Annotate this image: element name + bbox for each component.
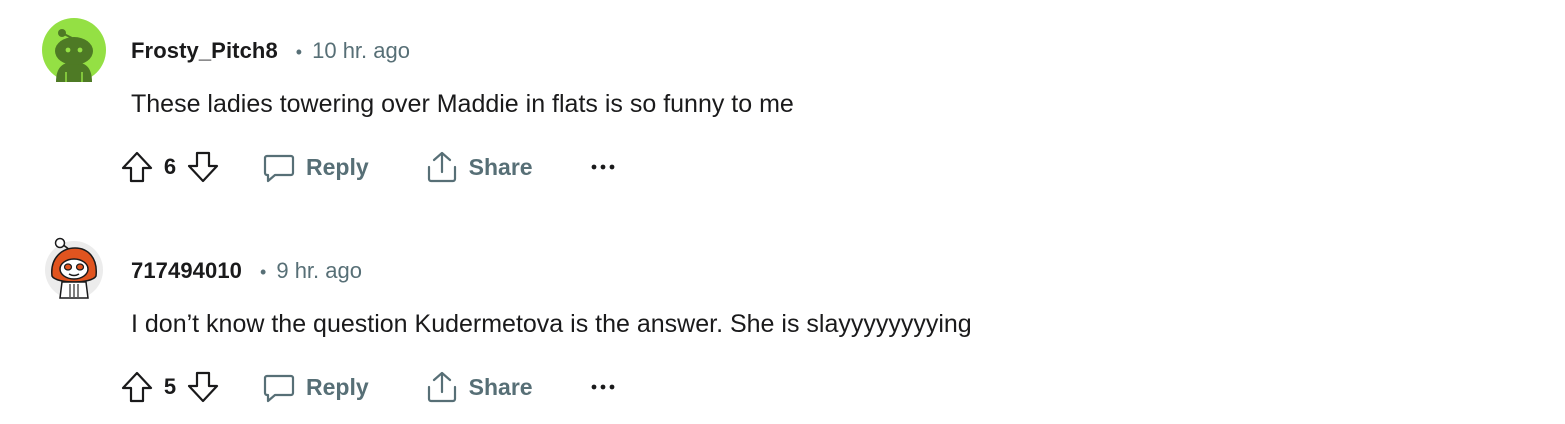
reply-button[interactable]: Reply xyxy=(262,370,369,404)
meta-separator: • xyxy=(260,261,267,282)
comment-meta: Frosty_Pitch8 • 10 hr. ago xyxy=(131,36,410,66)
share-button[interactable]: Share xyxy=(425,370,533,404)
avatar[interactable] xyxy=(42,236,106,300)
comment-bubble-icon xyxy=(262,150,296,184)
downvote-icon[interactable] xyxy=(186,370,220,404)
vote-score: 5 xyxy=(163,374,177,399)
timestamp[interactable]: 10 hr. ago xyxy=(312,38,410,64)
comment: Frosty_Pitch8 • 10 hr. ago These ladies … xyxy=(0,0,1565,200)
more-options-button[interactable] xyxy=(589,370,617,404)
more-horizontal-icon xyxy=(589,150,617,184)
upvote-icon[interactable] xyxy=(120,150,154,184)
upvote-icon[interactable] xyxy=(120,370,154,404)
share-icon xyxy=(425,150,459,184)
comment-bubble-icon xyxy=(262,370,296,404)
comment: 717494010 • 9 hr. ago I don’t know the q… xyxy=(0,220,1565,420)
share-label: Share xyxy=(468,153,533,180)
share-label: Share xyxy=(468,373,533,400)
meta-separator: • xyxy=(295,41,303,62)
more-options-button[interactable] xyxy=(589,150,617,184)
comment-actions: 6 Reply Share xyxy=(120,146,617,188)
comment-body: I don’t know the question Kudermetova is… xyxy=(131,310,972,338)
reply-label: Reply xyxy=(306,153,369,180)
timestamp[interactable]: 9 hr. ago xyxy=(276,258,362,284)
share-icon xyxy=(425,370,459,404)
snoo-avatar-green-icon xyxy=(42,18,106,82)
more-horizontal-icon xyxy=(589,370,617,404)
comment-body: These ladies towering over Maddie in fla… xyxy=(131,90,794,118)
comment-actions: 5 Reply Share xyxy=(120,366,617,408)
reply-label: Reply xyxy=(306,373,369,400)
vote-score: 6 xyxy=(163,154,177,179)
downvote-icon[interactable] xyxy=(186,150,220,184)
username[interactable]: 717494010 xyxy=(131,258,242,284)
snoo-avatar-orange-icon xyxy=(45,237,103,299)
comment-meta: 717494010 • 9 hr. ago xyxy=(131,256,362,286)
username[interactable]: Frosty_Pitch8 xyxy=(131,38,278,64)
avatar[interactable] xyxy=(42,18,106,82)
reply-button[interactable]: Reply xyxy=(262,150,369,184)
share-button[interactable]: Share xyxy=(425,150,533,184)
